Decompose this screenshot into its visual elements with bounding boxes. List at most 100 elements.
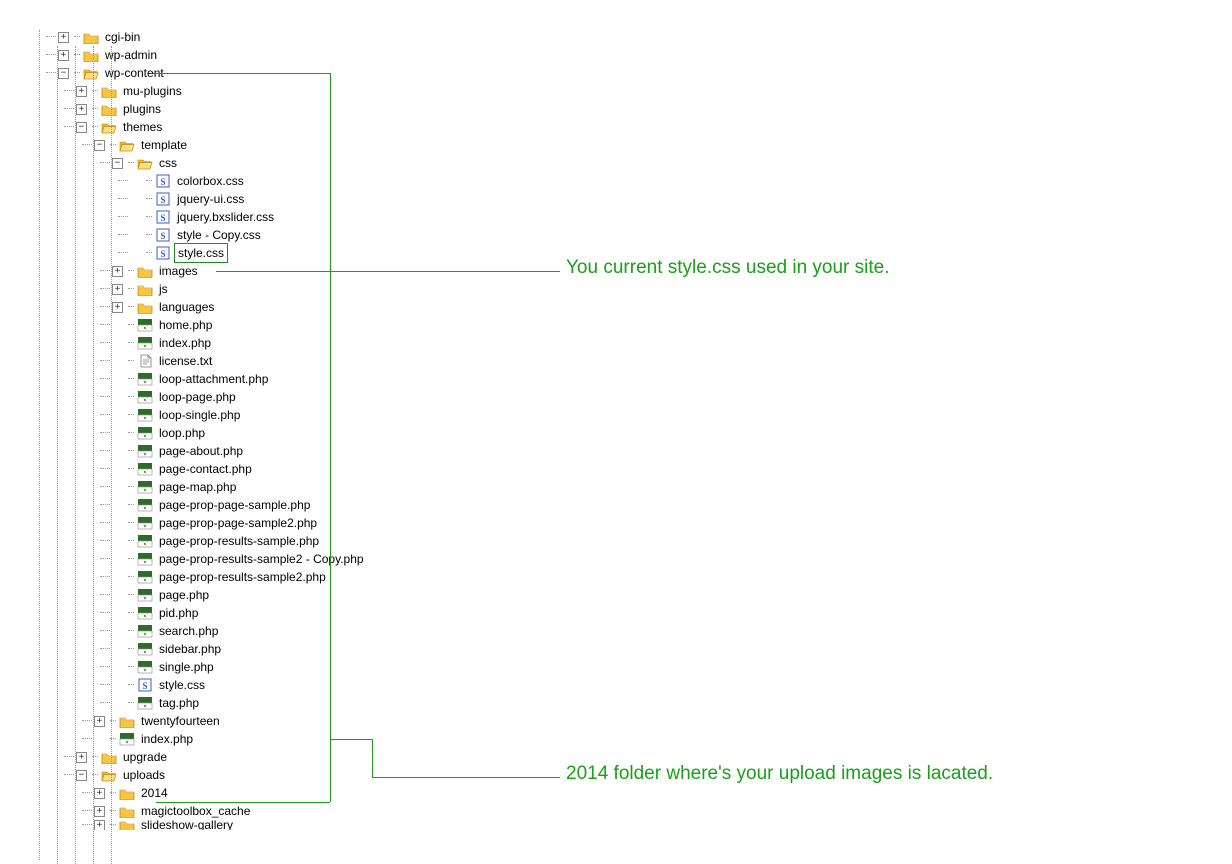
expand-toggle[interactable]: +: [76, 104, 87, 115]
collapse-toggle[interactable]: −: [94, 140, 105, 151]
tree-item-label[interactable]: index.php: [141, 730, 193, 748]
expand-toggle[interactable]: +: [94, 716, 105, 727]
tree-item-label[interactable]: twentyfourteen: [141, 712, 220, 730]
css-file-icon: S: [155, 210, 171, 224]
tree-item-label[interactable]: loop-single.php: [159, 406, 240, 424]
tree-item-label[interactable]: images: [159, 262, 198, 280]
php-file-icon: [137, 444, 153, 458]
tree-item-label[interactable]: page-prop-page-sample2.php: [159, 514, 317, 532]
tree-item-label[interactable]: page-map.php: [159, 478, 236, 496]
svg-text:S: S: [160, 249, 165, 259]
expand-toggle[interactable]: +: [112, 266, 123, 277]
expand-toggle[interactable]: +: [76, 752, 87, 763]
tree-item-label[interactable]: 2014: [141, 784, 168, 802]
expand-toggle[interactable]: +: [94, 806, 105, 817]
tree-item-label[interactable]: style - Copy.css: [177, 226, 261, 244]
expand-toggle[interactable]: +: [94, 788, 105, 799]
tree-item-label[interactable]: page-about.php: [159, 442, 243, 460]
tree-item-label[interactable]: home.php: [159, 316, 212, 334]
php-file-icon: [137, 318, 153, 332]
php-file-icon: [137, 408, 153, 422]
tree-item-label[interactable]: page-prop-results-sample.php: [159, 532, 319, 550]
tree-item-label[interactable]: style.css: [159, 676, 205, 694]
tree-item-label[interactable]: jquery-ui.css: [177, 190, 244, 208]
tree-item-label[interactable]: template: [141, 136, 187, 154]
annotation-line: [372, 777, 560, 778]
tree-item-label[interactable]: loop-attachment.php: [159, 370, 268, 388]
collapse-toggle[interactable]: −: [76, 122, 87, 133]
folder-closed-icon: [137, 264, 153, 278]
expand-toggle[interactable]: +: [58, 50, 69, 61]
tree-item-label[interactable]: style.css: [174, 243, 228, 263]
annotation-line: [216, 271, 560, 272]
expand-toggle[interactable]: +: [112, 302, 123, 313]
folder-closed-icon: [119, 714, 135, 728]
annotation-line: [153, 73, 331, 74]
expand-toggle[interactable]: +: [58, 32, 69, 43]
tree-item-label[interactable]: sidebar.php: [159, 640, 221, 658]
php-file-icon: [137, 624, 153, 638]
folder-open-icon: [119, 138, 135, 152]
expand-toggle[interactable]: +: [76, 86, 87, 97]
tree-item-label[interactable]: colorbox.css: [177, 172, 244, 190]
tree-item-label[interactable]: plugins: [123, 100, 161, 118]
collapse-toggle[interactable]: −: [112, 158, 123, 169]
folder-closed-icon: [137, 300, 153, 314]
tree-item-label[interactable]: loop.php: [159, 424, 205, 442]
php-file-icon: [137, 390, 153, 404]
php-file-icon: [137, 660, 153, 674]
collapse-toggle[interactable]: −: [76, 770, 87, 781]
tree-item-label[interactable]: jquery.bxslider.css: [177, 208, 274, 226]
expand-toggle[interactable]: +: [94, 820, 105, 830]
tree-item-label[interactable]: page-prop-results-sample2.php: [159, 568, 326, 586]
collapse-toggle[interactable]: −: [58, 68, 69, 79]
php-file-icon: [137, 480, 153, 494]
svg-text:S: S: [160, 195, 165, 205]
tree-item-label[interactable]: mu-plugins: [123, 82, 182, 100]
tree-guide: [39, 30, 40, 860]
tree-item-label[interactable]: page-prop-page-sample.php: [159, 496, 310, 514]
folder-open-icon: [83, 66, 99, 80]
tree-item-label[interactable]: index.php: [159, 334, 211, 352]
tree-item-label[interactable]: css: [159, 154, 177, 172]
tree-item-label[interactable]: wp-admin: [105, 46, 157, 64]
tree-item-label[interactable]: upgrade: [123, 748, 167, 766]
folder-closed-icon: [83, 30, 99, 44]
php-file-icon: [137, 462, 153, 476]
folder-closed-icon: [101, 102, 117, 116]
expand-toggle[interactable]: +: [112, 284, 123, 295]
tree-guide: [93, 46, 94, 864]
tree-item-label[interactable]: license.txt: [159, 352, 212, 370]
tree-item-label[interactable]: tag.php: [159, 694, 199, 712]
tree-item-label[interactable]: cgi-bin: [105, 28, 140, 46]
tree-item-label[interactable]: themes: [123, 118, 162, 136]
folder-closed-icon: [137, 282, 153, 296]
tree-item-label[interactable]: js: [159, 280, 168, 298]
php-file-icon: [137, 516, 153, 530]
tree-item-label[interactable]: single.php: [159, 658, 214, 676]
tree-item-label[interactable]: loop-page.php: [159, 388, 236, 406]
php-file-icon: [137, 372, 153, 386]
tree-item-label[interactable]: uploads: [123, 766, 165, 784]
tree-item-label[interactable]: page-prop-results-sample2 - Copy.php: [159, 550, 364, 568]
tree-item-label[interactable]: magictoolbox_cache: [141, 802, 250, 820]
annotation-line: [372, 739, 373, 778]
php-file-icon: [137, 336, 153, 350]
svg-text:S: S: [160, 231, 165, 241]
svg-text:S: S: [160, 213, 165, 223]
tree-item-label[interactable]: pid.php: [159, 604, 198, 622]
css-file-icon: S: [155, 174, 171, 188]
folder-open-icon: [101, 768, 117, 782]
tree-item-label[interactable]: search.php: [159, 622, 218, 640]
tree-item-label[interactable]: slideshow-gallery: [141, 820, 233, 830]
annotation-line: [330, 739, 373, 740]
tree-folder[interactable]: + cgi-bin: [46, 28, 364, 46]
tree-guide: [75, 46, 76, 864]
tree-item-label[interactable]: languages: [159, 298, 214, 316]
folder-closed-icon: [119, 804, 135, 818]
tree-item-label[interactable]: page-contact.php: [159, 460, 252, 478]
folder-open-icon: [137, 156, 153, 170]
annotation-line: [330, 73, 331, 802]
php-file-icon: [137, 588, 153, 602]
tree-item-label[interactable]: page.php: [159, 586, 209, 604]
